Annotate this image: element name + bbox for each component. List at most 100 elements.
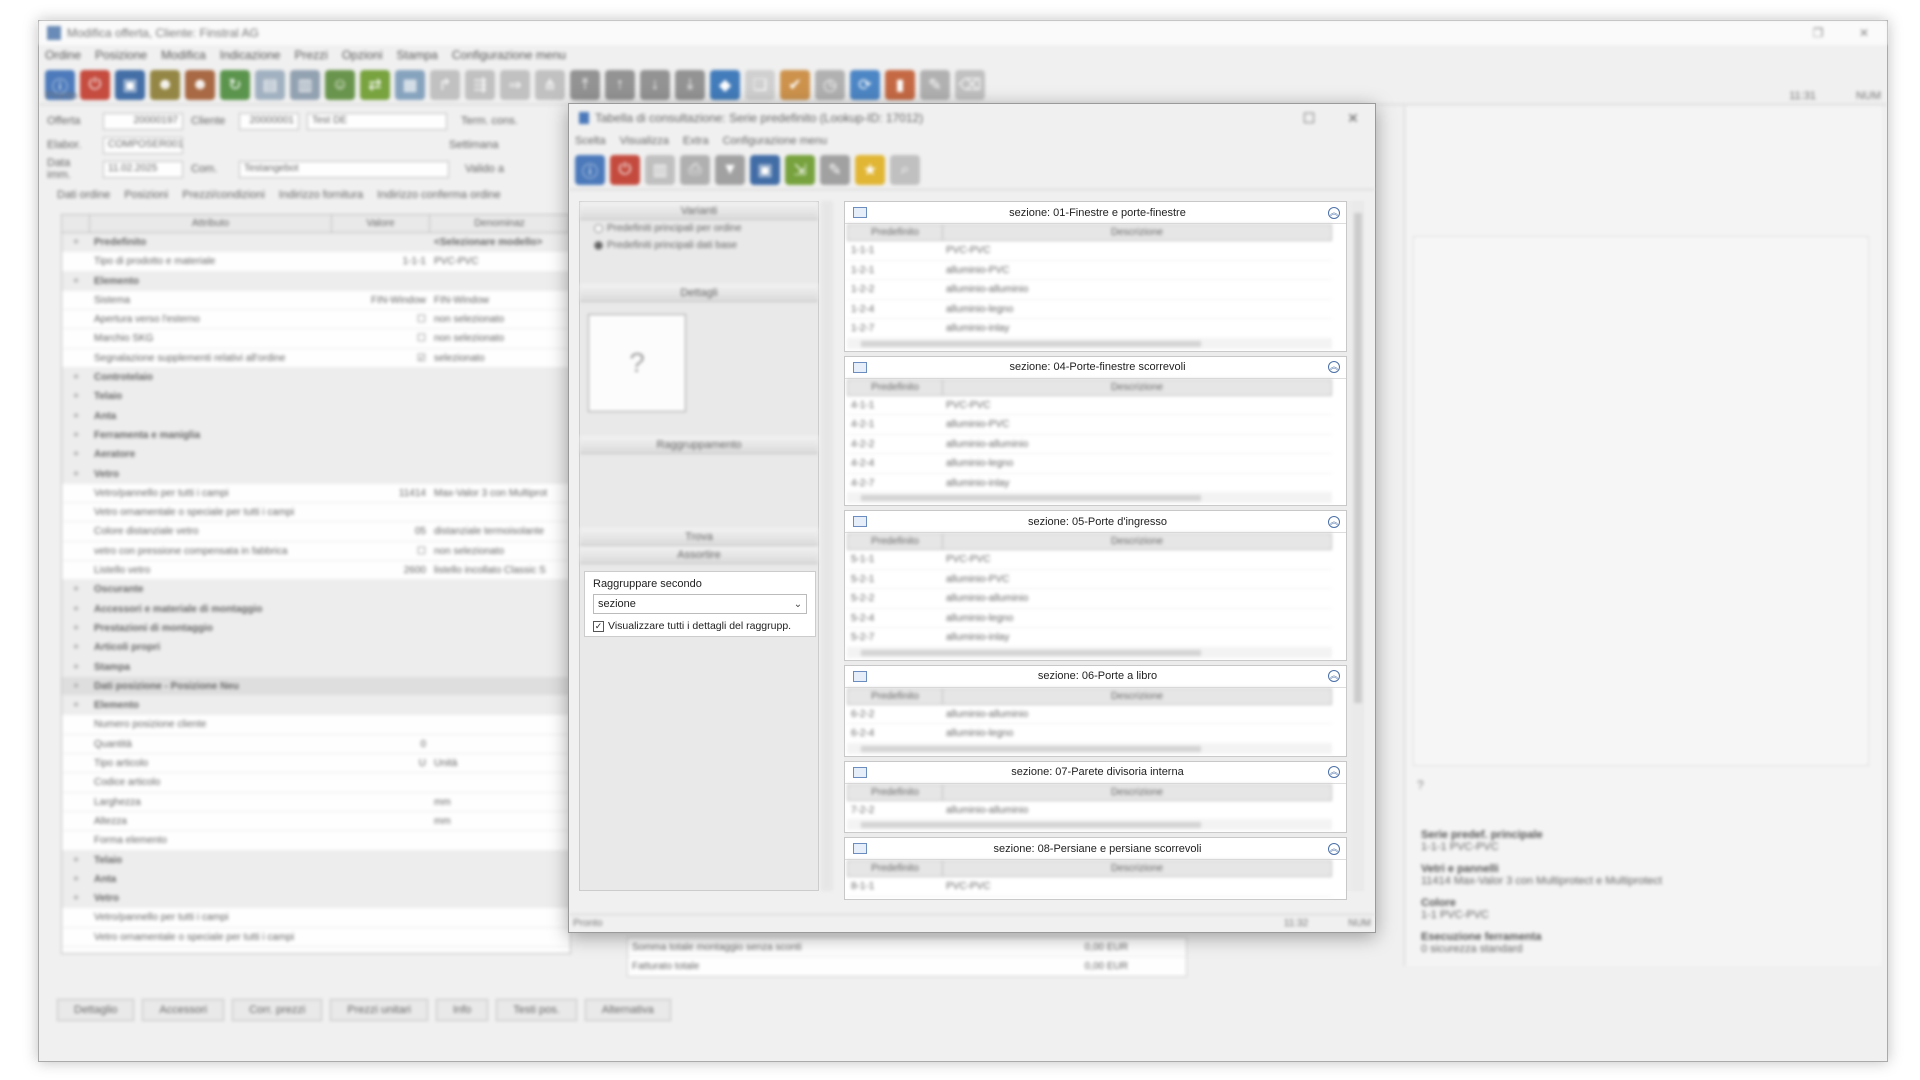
horizontal-scrollbar[interactable] xyxy=(847,493,1332,503)
corr-prezzi-button[interactable]: Corr. prezzi xyxy=(232,999,323,1021)
offerta-field[interactable]: 20000197 xyxy=(103,112,183,130)
left-pane-scrollbar[interactable] xyxy=(821,201,833,891)
table-row[interactable]: 5-2-1 alluminio-PVC xyxy=(847,570,1332,589)
expand-icon[interactable]: + xyxy=(62,387,90,405)
attribute-row[interactable]: + Articoli propri xyxy=(62,638,570,658)
expand-icon[interactable]: + xyxy=(62,658,90,676)
menu-opzioni[interactable]: Opzioni xyxy=(342,48,383,62)
restore-icon[interactable]: ❐ xyxy=(1795,26,1841,40)
attribute-row[interactable]: Tipo articolo U Unità xyxy=(62,754,570,774)
expand-icon[interactable]: + xyxy=(62,696,90,714)
tab-prezzi[interactable]: Prezzi/condizioni xyxy=(182,189,265,209)
dettaglio-button[interactable]: Dettaglio xyxy=(57,999,135,1021)
horizontal-scrollbar[interactable] xyxy=(847,647,1332,658)
attribute-row[interactable]: + Elemento xyxy=(62,696,570,716)
attribute-row[interactable]: Quantità 0 xyxy=(62,735,570,755)
expand-icon[interactable]: + xyxy=(62,465,90,483)
radio-predefiniti-ordine[interactable]: Predefiniti principali per ordine xyxy=(580,220,818,237)
tab-posizioni[interactable]: Posizioni xyxy=(124,189,168,209)
testi-pos-button[interactable]: Testi pos. xyxy=(496,999,577,1021)
table-row[interactable]: 6-2-4 alluminio-legno xyxy=(847,724,1332,744)
show-all-details-checkbox[interactable]: ✓ Visualizzare tutti i dettagli del ragg… xyxy=(593,620,807,632)
attribute-row[interactable]: Listello vetro 2600 listello incollato Cla… xyxy=(62,561,570,581)
expand-icon[interactable]: + xyxy=(62,272,90,290)
menu-prezzi[interactable]: Prezzi xyxy=(294,48,327,62)
menu-visualizza[interactable]: Visualizza xyxy=(620,135,669,147)
table-row[interactable]: 4-2-4 alluminio-legno xyxy=(847,454,1332,474)
radio-predefiniti-base[interactable]: Predefiniti principali dati base xyxy=(580,237,818,254)
col-valore[interactable]: Valore xyxy=(332,215,430,232)
section-header[interactable]: sezione: 05-Porte d'ingresso ︽ xyxy=(845,511,1346,533)
alternativa-button[interactable]: Alternativa xyxy=(584,999,671,1021)
collapse-icon[interactable]: ︽ xyxy=(1328,670,1340,682)
attribute-row[interactable]: + Ferramenta e maniglia xyxy=(62,425,570,446)
table-row[interactable]: 6-2-2 alluminio-alluminio xyxy=(847,705,1332,724)
expand-icon[interactable]: + xyxy=(62,619,90,637)
tab-indirizzo-fornitura[interactable]: Indirizzo fornitura xyxy=(279,189,363,209)
col-descrizione[interactable]: Descrizione xyxy=(943,861,1331,876)
assortire-header[interactable]: Assortire xyxy=(580,546,818,564)
table-row[interactable]: 1-2-1 alluminio-PVC xyxy=(847,261,1332,280)
attribute-row[interactable]: Colore distanziale vetro 05 distanziale te… xyxy=(62,522,570,542)
table-row[interactable]: 5-2-4 alluminio-legno xyxy=(847,609,1332,628)
save-icon[interactable]: ▣ xyxy=(750,154,780,185)
expand-icon[interactable]: + xyxy=(62,851,90,869)
expand-icon[interactable]: + xyxy=(62,677,90,695)
attribute-row[interactable]: Codice articolo xyxy=(62,773,570,793)
collapse-icon[interactable]: ︽ xyxy=(1328,361,1340,373)
expand-icon[interactable]: + xyxy=(62,889,90,907)
col-predefinito[interactable]: Predefinito xyxy=(848,379,943,395)
power-icon[interactable]: ⏻ xyxy=(610,154,640,185)
com-field[interactable]: Testangebot xyxy=(239,160,449,178)
col-descrizione[interactable]: Descrizione xyxy=(943,380,1331,395)
col-descrizione[interactable]: Descrizione xyxy=(943,689,1331,704)
col-descrizione[interactable]: Descrizione xyxy=(943,225,1331,240)
info-icon[interactable]: ⓘ xyxy=(575,154,605,185)
cliente-name-field[interactable]: Test DE xyxy=(307,112,447,130)
sections-scrollbar[interactable] xyxy=(1352,201,1364,891)
col-predefinito[interactable]: Predefinito xyxy=(848,534,943,549)
columns-icon[interactable]: ▥ xyxy=(645,154,675,185)
cliente-field[interactable]: 20000001 xyxy=(239,112,299,130)
varianti-header[interactable]: Varianti xyxy=(580,202,818,220)
attribute-row[interactable]: Marchio SKG ☐ non selezionato xyxy=(62,329,570,349)
col-predefinito[interactable]: Predefinito xyxy=(848,688,943,704)
star-icon[interactable]: ★ xyxy=(855,154,885,185)
table-row[interactable]: 1-2-4 alluminio-legno xyxy=(847,300,1332,319)
tab-dati-ordine[interactable]: Dati ordine xyxy=(57,189,110,209)
table-row[interactable]: 1-2-7 alluminio-inlay xyxy=(847,319,1332,339)
attribute-row[interactable]: Numero posizione cliente xyxy=(62,715,570,735)
horizontal-scrollbar[interactable] xyxy=(847,820,1332,830)
attribute-row[interactable]: vetro con pressione compensata in fabbri… xyxy=(62,542,570,562)
attribute-row[interactable]: + Telaio xyxy=(62,387,570,407)
attribute-row[interactable]: + Vetro xyxy=(62,464,570,484)
attribute-row[interactable]: Vetro ornamentale o speciale per tutti i… xyxy=(62,928,570,947)
collapse-icon[interactable]: ︽ xyxy=(1328,206,1340,219)
elabor-field[interactable]: COMPOSER001 xyxy=(103,136,183,154)
attribute-row[interactable]: Tipo di prodotto e materiale 1-1-1 PVC-PVC xyxy=(62,252,570,272)
print-icon[interactable]: ⎙ xyxy=(680,154,710,185)
menu-configurazione[interactable]: Configurazione menu xyxy=(723,135,828,147)
section-header[interactable]: sezione: 07-Parete divisoria interna ︽ xyxy=(845,761,1346,784)
table-row[interactable]: 4-1-1 PVC-PVC xyxy=(847,396,1332,415)
horizontal-scrollbar[interactable] xyxy=(847,338,1332,349)
attribute-row[interactable]: Sistema FIN-Window FIN-Window xyxy=(62,291,570,311)
attribute-row[interactable]: + Telaio xyxy=(62,850,570,870)
attribute-row[interactable]: Vetro ornamentale o speciale per tutti i… xyxy=(62,503,570,523)
attribute-row[interactable]: + Vetro xyxy=(62,889,570,909)
table-row[interactable]: 5-2-2 alluminio-alluminio xyxy=(847,589,1332,609)
menu-indicazione[interactable]: Indicazione xyxy=(220,48,281,62)
expand-icon[interactable]: + xyxy=(62,407,90,425)
collapse-icon[interactable]: ︽ xyxy=(1328,842,1340,855)
collapse-icon[interactable]: ︽ xyxy=(1328,766,1340,778)
col-predefinito[interactable]: Predefinito xyxy=(848,784,943,800)
close-icon[interactable]: ✕ xyxy=(1841,26,1887,40)
attribute-row[interactable]: Forma elemento xyxy=(62,831,570,851)
info-button[interactable]: Info xyxy=(435,999,489,1021)
group-by-select[interactable]: sezione ⌄ xyxy=(593,594,807,614)
raggruppamento-header[interactable]: Raggruppamento xyxy=(580,436,818,454)
attribute-row[interactable]: Vetro/pannello per tutti i campi xyxy=(62,908,570,928)
section-header[interactable]: sezione: 01-Finestre e porte-finestre ︽ xyxy=(845,202,1346,224)
attribute-row[interactable]: + Prestazioni di montaggio xyxy=(62,618,570,639)
export-icon[interactable]: ⇲ xyxy=(785,154,815,185)
